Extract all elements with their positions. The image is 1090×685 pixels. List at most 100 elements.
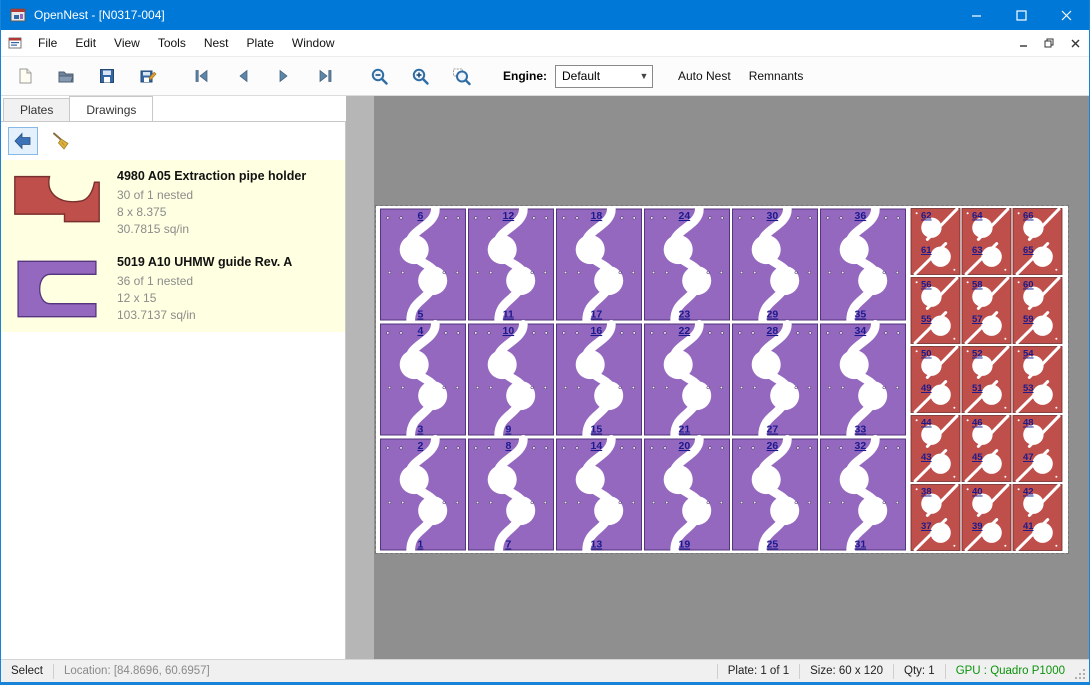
nest-canvas[interactable]: 6512111817242330293635431091615222128273… <box>346 96 1089 659</box>
svg-text:16: 16 <box>591 325 603 337</box>
save-button[interactable] <box>95 64 119 88</box>
menu-view[interactable]: View <box>105 32 149 54</box>
nav-prev-button[interactable] <box>231 64 255 88</box>
nest-cell-red[interactable]: 6059 <box>1013 278 1062 344</box>
nest-cell-red[interactable]: 5251 <box>962 347 1011 413</box>
send-to-nest-button[interactable] <box>8 127 38 155</box>
nest-cell-purple[interactable]: 2827 <box>733 324 818 436</box>
nav-first-button[interactable] <box>190 64 214 88</box>
drawing-item-extraction-pipe-holder[interactable]: 4980 A05 Extraction pipe holder 30 of 1 … <box>1 160 345 246</box>
svg-text:9: 9 <box>505 424 511 436</box>
nest-cell-red[interactable]: 3837 <box>911 485 960 551</box>
nest-cell-red[interactable]: 54 53 <box>1013 347 1062 413</box>
menu-nest[interactable]: Nest <box>195 32 238 54</box>
svg-text:23: 23 <box>679 309 691 321</box>
svg-text:54: 54 <box>1023 349 1034 360</box>
svg-text:64: 64 <box>972 211 983 222</box>
menu-file[interactable]: File <box>29 32 66 54</box>
svg-text:49: 49 <box>921 383 932 394</box>
nest-cell-purple[interactable]: 1413 <box>557 439 642 551</box>
nest-cell-purple[interactable]: 3433 <box>821 324 906 436</box>
zoom-in-button[interactable] <box>408 64 432 88</box>
nest-cell-purple[interactable]: 3231 <box>821 439 906 551</box>
document-icon[interactable] <box>7 35 23 51</box>
svg-text:57: 57 <box>972 314 983 325</box>
drawing-item-uhmw-guide[interactable]: 5019 A10 UHMW guide Rev. A 36 of 1 neste… <box>1 246 345 332</box>
nest-cell-red[interactable]: 6463 <box>962 209 1011 275</box>
svg-text:44: 44 <box>921 418 932 429</box>
resize-grip-icon[interactable] <box>1075 663 1087 679</box>
svg-text:33: 33 <box>855 424 867 436</box>
svg-text:61: 61 <box>921 245 932 256</box>
nest-cell-red[interactable]: 5655 <box>911 278 960 344</box>
nest-cell-purple[interactable]: 2423 <box>645 209 730 321</box>
status-plate: Plate: 1 of 1 <box>718 665 799 677</box>
chevron-down-icon: ▼ <box>636 71 652 81</box>
clear-drawings-button[interactable] <box>46 127 76 155</box>
nest-cell-purple[interactable]: 3635 <box>821 209 906 321</box>
nest-cell-purple[interactable]: 3029 <box>733 209 818 321</box>
nest-cell-red[interactable]: 5049 <box>911 347 960 413</box>
mdi-restore-button[interactable] <box>1041 35 1057 51</box>
minimize-button[interactable] <box>954 0 999 30</box>
nav-last-button[interactable] <box>313 64 337 88</box>
drawing-title: 5019 A10 UHMW guide Rev. A <box>117 255 292 269</box>
new-file-button[interactable] <box>13 64 37 88</box>
nest-cell-red[interactable]: 4847 <box>1013 416 1062 482</box>
nest-cell-purple[interactable]: 1211 <box>469 209 554 321</box>
nest-cell-red[interactable]: 6665 <box>1013 209 1062 275</box>
drawings-tab-page: 4980 A05 Extraction pipe holder 30 of 1 … <box>1 121 346 659</box>
menu-tools[interactable]: Tools <box>149 32 195 54</box>
svg-text:53: 53 <box>1023 383 1034 394</box>
nest-cell-red[interactable]: 4443 <box>911 416 960 482</box>
menubar: File Edit View Tools Nest Plate Window <box>1 30 1089 57</box>
drawing-list: 4980 A05 Extraction pipe holder 30 of 1 … <box>1 160 345 659</box>
remnants-button[interactable]: Remnants <box>740 64 813 88</box>
tab-plates[interactable]: Plates <box>3 98 70 121</box>
menu-edit[interactable]: Edit <box>66 32 105 54</box>
zoom-in-icon <box>411 67 430 86</box>
svg-text:2: 2 <box>417 440 423 452</box>
plate-svg: 6512111817242330293635431091615222128273… <box>377 207 1067 552</box>
nav-prev-icon <box>234 67 252 85</box>
nest-cell-red[interactable]: 6261 <box>911 209 960 275</box>
nest-cell-red[interactable]: 5857 <box>962 278 1011 344</box>
nest-plate[interactable]: 6512111817242330293635431091615222128273… <box>376 206 1068 553</box>
maximize-button[interactable] <box>999 0 1044 30</box>
nest-cell-purple[interactable]: 109 <box>469 324 554 436</box>
nest-cell-red[interactable]: 4645 <box>962 416 1011 482</box>
nest-cell-red[interactable]: 4039 <box>962 485 1011 551</box>
svg-text:55: 55 <box>921 314 932 325</box>
nest-cell-purple[interactable]: 2625 <box>733 439 818 551</box>
nest-cell-purple[interactable]: 2221 <box>645 324 730 436</box>
close-button[interactable] <box>1044 0 1089 30</box>
nest-cell-purple[interactable]: 1615 <box>557 324 642 436</box>
menu-window[interactable]: Window <box>283 32 344 54</box>
tab-drawings[interactable]: Drawings <box>69 96 153 121</box>
nest-cell-purple[interactable]: 1817 <box>557 209 642 321</box>
nav-next-button[interactable] <box>272 64 296 88</box>
nest-cell-red[interactable]: 4241 <box>1013 485 1062 551</box>
nest-cell-purple[interactable]: 2019 <box>645 439 730 551</box>
save-as-button[interactable] <box>136 64 160 88</box>
menu-plate[interactable]: Plate <box>238 32 283 54</box>
nest-cell-purple[interactable]: 65 <box>381 209 466 321</box>
status-qty: Qty: 1 <box>894 665 945 677</box>
status-location: Location: [84.8696, 60.6957] <box>54 665 220 677</box>
window-controls <box>954 0 1089 30</box>
zoom-fit-button[interactable] <box>449 64 473 88</box>
engine-select[interactable]: Default ▼ <box>555 65 653 88</box>
auto-nest-button[interactable]: Auto Nest <box>669 64 740 88</box>
nest-cell-purple[interactable]: 87 <box>469 439 554 551</box>
engine-value: Default <box>556 69 636 83</box>
nav-next-icon <box>275 67 293 85</box>
nest-cell-purple[interactable]: 43 <box>381 324 466 436</box>
svg-text:60: 60 <box>1023 280 1034 291</box>
mdi-minimize-button[interactable] <box>1015 35 1031 51</box>
zoom-out-button[interactable] <box>367 64 391 88</box>
panel-tabs: Plates Drawings <box>1 96 346 121</box>
zoom-fit-icon <box>452 67 471 86</box>
nest-cell-purple[interactable]: 21 <box>381 439 466 551</box>
open-file-button[interactable] <box>54 64 78 88</box>
mdi-close-button[interactable] <box>1067 35 1083 51</box>
